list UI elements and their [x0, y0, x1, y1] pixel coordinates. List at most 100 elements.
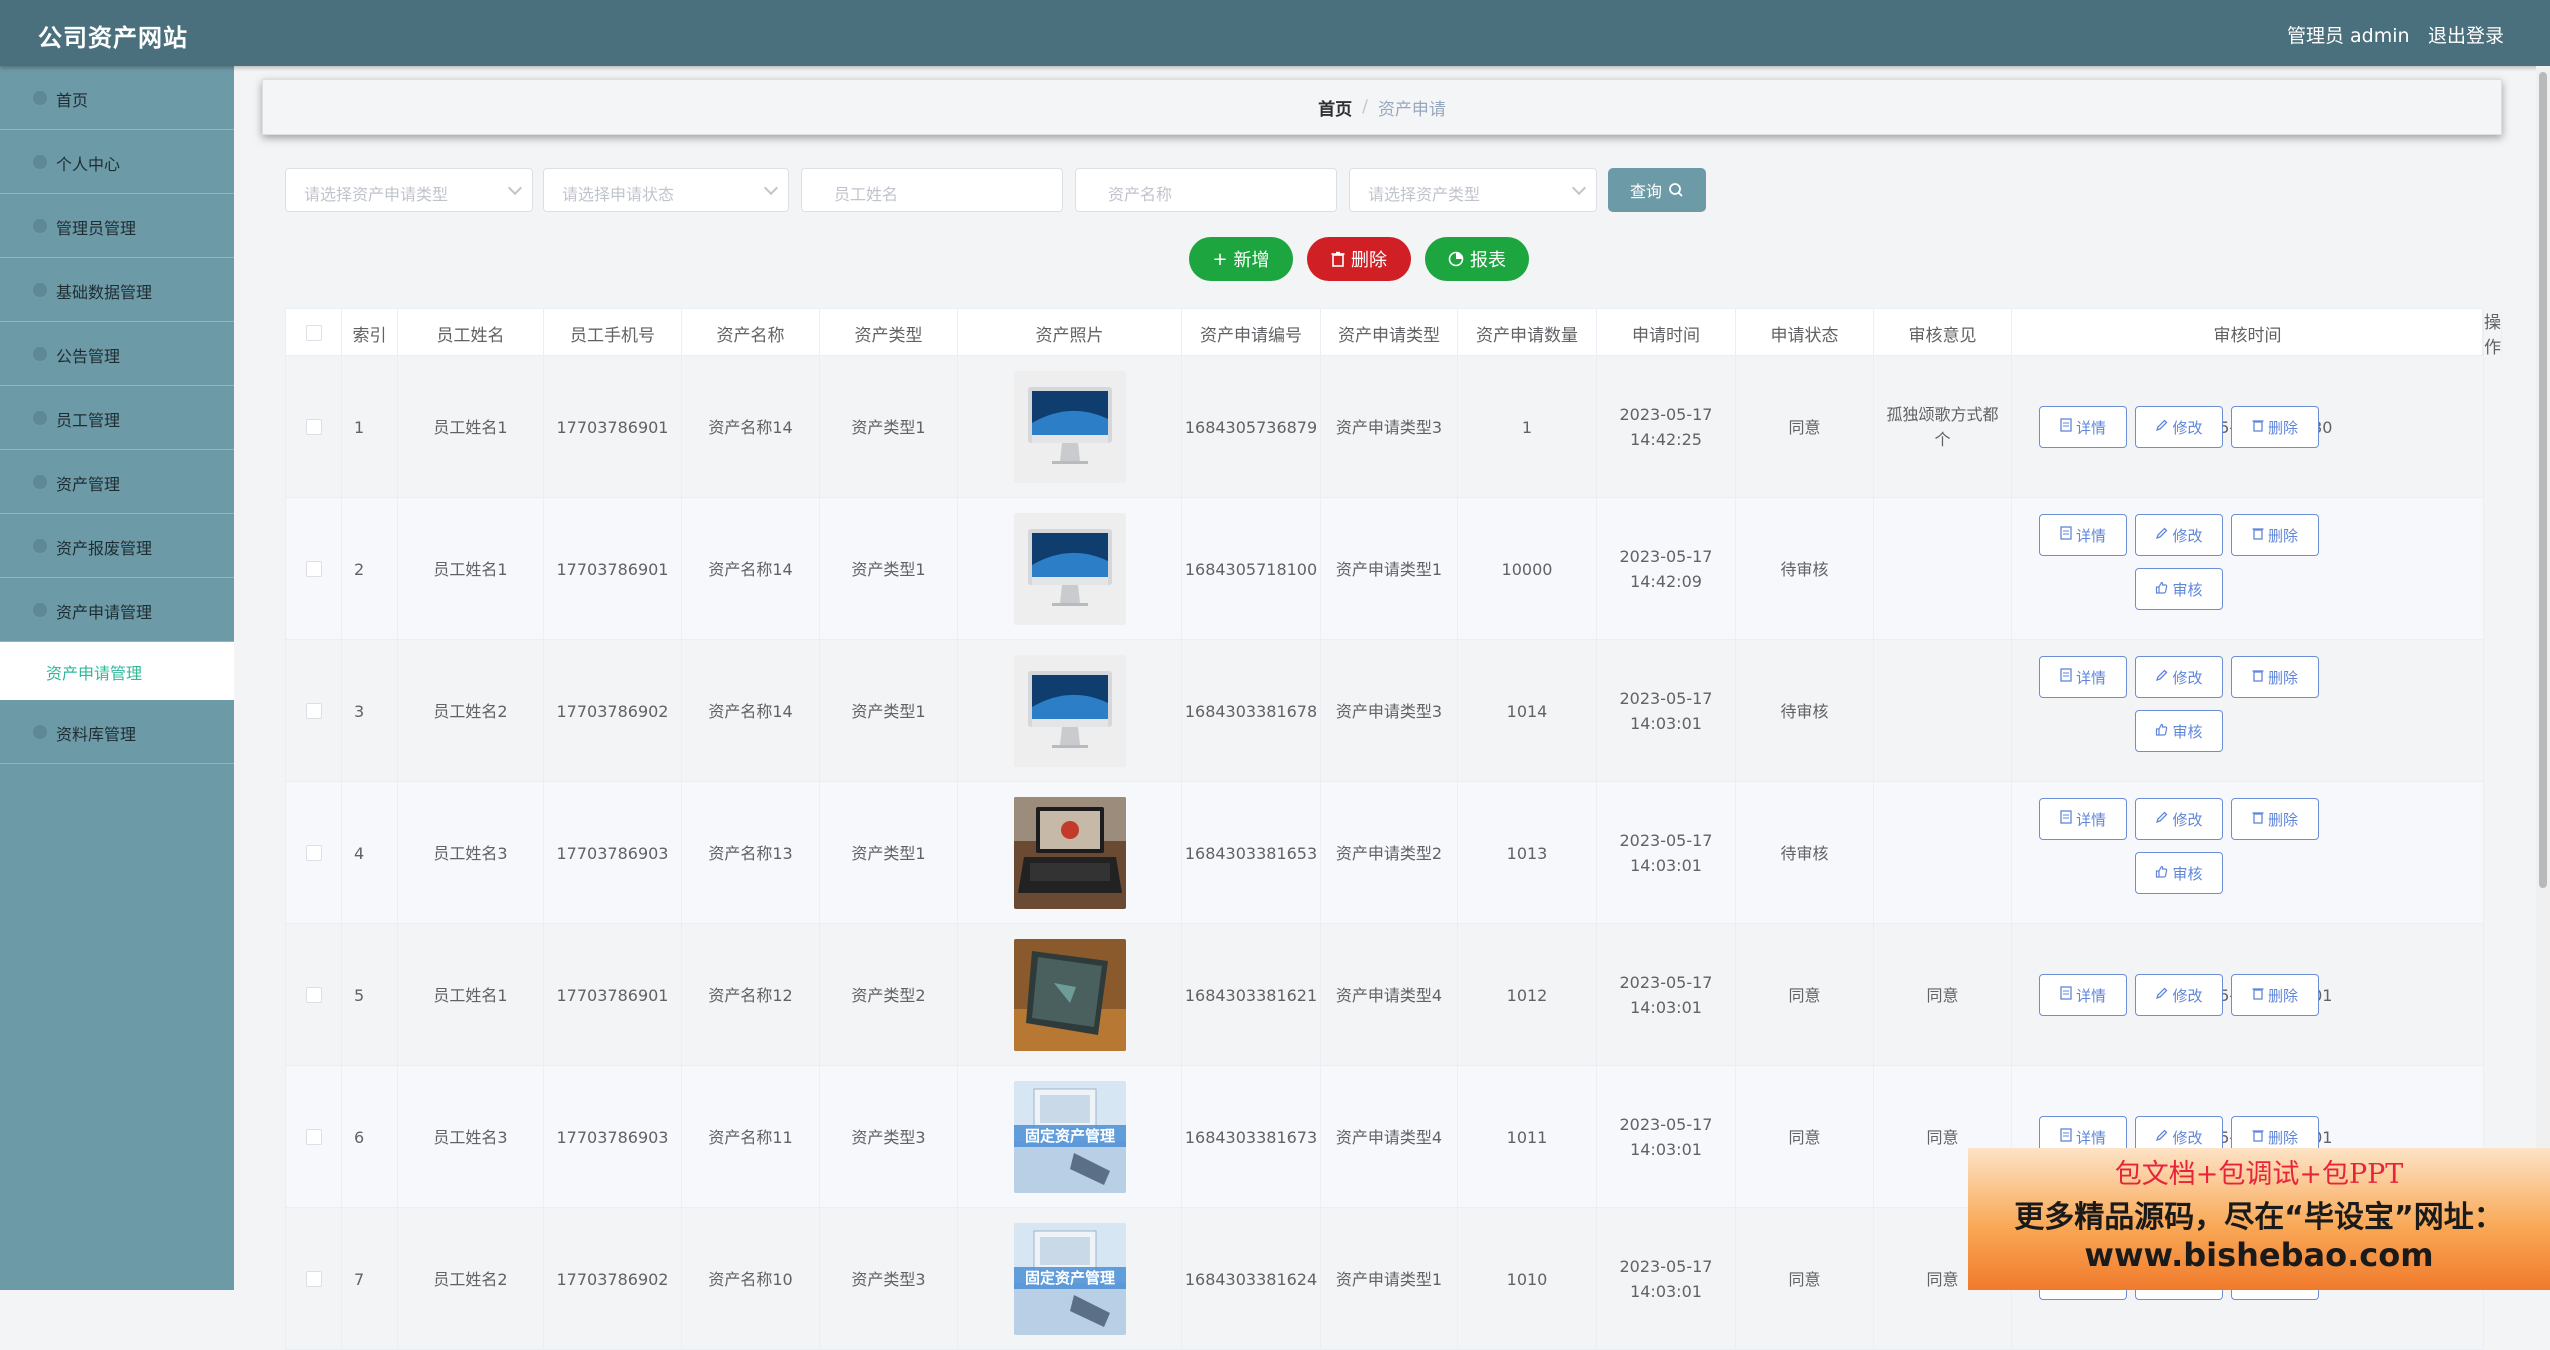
- asset-photo-image[interactable]: [1013, 655, 1126, 767]
- sidebar-item-label: 管理员管理: [56, 219, 137, 238]
- asset-photo-image[interactable]: [1013, 371, 1126, 483]
- breadcrumb-home[interactable]: 首页: [1318, 95, 1352, 120]
- apply-status: 同意: [1736, 1208, 1874, 1350]
- menu-dot-icon: [33, 283, 47, 297]
- sidebar-item[interactable]: 管理员管理: [0, 194, 234, 258]
- sidebar-item[interactable]: 员工管理: [0, 386, 234, 450]
- status-select[interactable]: 请选择申请状态: [543, 168, 789, 212]
- add-button[interactable]: + 新增: [1189, 237, 1293, 281]
- review-opinion: 孤独颂歌方式都个: [1874, 356, 2012, 498]
- row-delete-button[interactable]: 删除: [2231, 514, 2319, 556]
- row-select-cell: [286, 782, 342, 924]
- sidebar-item[interactable]: 资料库管理: [0, 700, 234, 764]
- sidebar-item[interactable]: 基础数据管理: [0, 258, 234, 322]
- detail-button[interactable]: 详情: [2039, 406, 2127, 448]
- employee-phone: 17703786901: [544, 498, 682, 640]
- row-delete-button-label: 删除: [2267, 986, 2298, 1005]
- sidebar-item-label: 资产报废管理: [56, 539, 153, 558]
- menu-dot-icon: [33, 411, 47, 425]
- row-checkbox[interactable]: [305, 703, 322, 719]
- edit-button[interactable]: 修改: [2135, 514, 2223, 556]
- row-checkbox[interactable]: [305, 561, 322, 577]
- asset-photo-image[interactable]: 固定资产管理: [1013, 1223, 1126, 1335]
- edit-button-label: 修改: [2172, 418, 2203, 437]
- sidebar-item-label: 首页: [56, 91, 89, 110]
- detail-button[interactable]: 详情: [2039, 974, 2127, 1016]
- review-opinion: [1874, 782, 2012, 924]
- edit-button[interactable]: 修改: [2135, 798, 2223, 840]
- asset-type-select[interactable]: 请选择资产类型: [1349, 168, 1597, 212]
- sidebar-item[interactable]: 公告管理: [0, 322, 234, 386]
- edit-button[interactable]: 修改: [2135, 974, 2223, 1016]
- row-checkbox[interactable]: [305, 419, 322, 435]
- pencil-icon: [2155, 810, 2168, 828]
- table-row: 4 员工姓名3 17703786903 资产名称13 资产类型1 168430338165…: [285, 782, 2484, 924]
- row-checkbox[interactable]: [305, 1129, 322, 1145]
- apply-quantity: 1010: [1458, 1208, 1597, 1350]
- sidebar-item[interactable]: 资产申请管理: [0, 578, 234, 642]
- review-button[interactable]: 审核: [2135, 852, 2223, 894]
- asset-photo-image[interactable]: 固定资产管理: [1013, 1081, 1126, 1193]
- document-icon: [2060, 418, 2072, 436]
- apply-time: 2023-05-17 14:03:01: [1597, 640, 1736, 782]
- apply-status: 同意: [1736, 924, 1874, 1066]
- edit-button-label: 修改: [2172, 526, 2203, 545]
- document-icon: [2060, 1128, 2072, 1146]
- review-opinion: 同意: [1874, 924, 2012, 1066]
- logout-link[interactable]: 退出登录: [2428, 21, 2504, 48]
- row-delete-button[interactable]: 删除: [2231, 406, 2319, 448]
- row-delete-button[interactable]: 删除: [2231, 798, 2319, 840]
- sidebar-item[interactable]: 首页: [0, 66, 234, 130]
- asset-photo-image[interactable]: [1013, 797, 1126, 909]
- apply-type-select[interactable]: 请选择资产申请类型: [285, 168, 533, 212]
- query-label: 查询: [1629, 182, 1662, 201]
- row-select-cell: [286, 1066, 342, 1208]
- scrollbar-thumb[interactable]: [2539, 72, 2547, 888]
- delete-label: 删除: [1351, 250, 1387, 271]
- review-button[interactable]: 审核: [2135, 568, 2223, 610]
- sidebar-item[interactable]: 资产管理: [0, 450, 234, 514]
- employee-name: 员工姓名3: [398, 782, 544, 924]
- asset-type: 资产类型1: [820, 782, 958, 924]
- sidebar-item[interactable]: 资产报废管理: [0, 514, 234, 578]
- asset-photo-image[interactable]: [1013, 513, 1126, 625]
- row-checkbox[interactable]: [305, 1271, 322, 1287]
- asset-photo-image[interactable]: [1013, 939, 1126, 1051]
- asset-name: 资产名称14: [682, 356, 820, 498]
- asset-name: 资产名称13: [682, 782, 820, 924]
- column-header: 索引: [342, 309, 398, 357]
- sidebar-item-label: 个人中心: [56, 155, 121, 174]
- row-actions: 详情 修改 删除: [2012, 924, 2484, 1066]
- page-scrollbar[interactable]: [2536, 66, 2550, 1290]
- report-button[interactable]: 报表: [1425, 237, 1529, 281]
- sidebar-item[interactable]: 个人中心: [0, 130, 234, 194]
- review-opinion: [1874, 640, 2012, 782]
- current-user: 管理员 admin: [2287, 25, 2410, 47]
- edit-button[interactable]: 修改: [2135, 406, 2223, 448]
- edit-button-label: 修改: [2172, 810, 2203, 829]
- detail-button[interactable]: 详情: [2039, 514, 2127, 556]
- employee-name-input[interactable]: 员工姓名: [801, 168, 1063, 212]
- employee-phone: 17703786903: [544, 1066, 682, 1208]
- sidebar: 首页个人中心管理员管理基础数据管理 公告管理 员工管理 资产管理资产报废管理资产申请管…: [0, 66, 234, 1290]
- menu-dot-icon: [33, 539, 47, 553]
- apply-code: 1684303381624: [1182, 1208, 1321, 1350]
- employee-name: 员工姓名3: [398, 1066, 544, 1208]
- row-delete-button[interactable]: 删除: [2231, 974, 2319, 1016]
- query-button[interactable]: 查询: [1608, 168, 1706, 212]
- row-checkbox[interactable]: [305, 845, 322, 861]
- review-button[interactable]: 审核: [2135, 710, 2223, 752]
- apply-time: 2023-05-17 14:03:01: [1597, 782, 1736, 924]
- row-delete-button[interactable]: 删除: [2231, 656, 2319, 698]
- sidebar-subitem-active[interactable]: 资产申请管理: [0, 642, 234, 700]
- detail-button[interactable]: 详情: [2039, 656, 2127, 698]
- apply-time: 2023-05-17 14:03:01: [1597, 1066, 1736, 1208]
- apply-code: 1684303381673: [1182, 1066, 1321, 1208]
- select-all-checkbox[interactable]: [305, 325, 322, 341]
- edit-button[interactable]: 修改: [2135, 656, 2223, 698]
- edit-button-label: 修改: [2172, 986, 2203, 1005]
- asset-name-input[interactable]: 资产名称: [1075, 168, 1337, 212]
- detail-button[interactable]: 详情: [2039, 798, 2127, 840]
- row-checkbox[interactable]: [305, 987, 322, 1003]
- bulk-delete-button[interactable]: 删除: [1307, 237, 1411, 281]
